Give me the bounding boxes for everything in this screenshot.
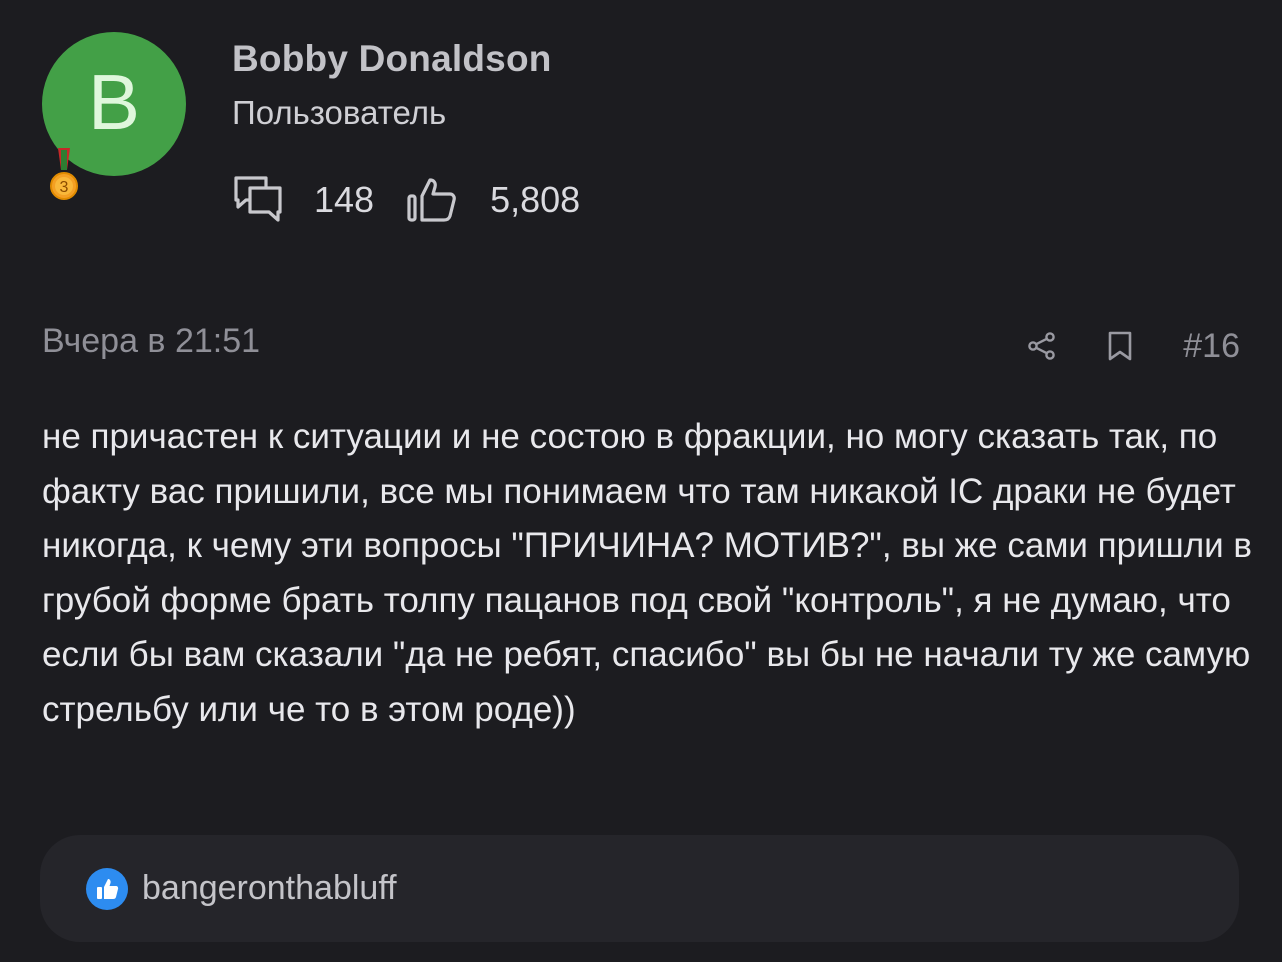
- medal-icon: 3: [50, 148, 78, 200]
- reactor-username[interactable]: bangeronthabluff: [142, 869, 397, 908]
- share-icon[interactable]: [1027, 331, 1057, 361]
- user-role: Пользователь: [232, 94, 447, 131]
- username[interactable]: Bobby Donaldson: [232, 38, 552, 80]
- bookmark-icon[interactable]: [1107, 330, 1133, 362]
- user-stats: 148 5,808: [232, 172, 580, 228]
- like-reaction-icon: [86, 867, 128, 910]
- likes-count: 5,808: [490, 179, 581, 220]
- post-body: не причастен к ситуации и не состою в фр…: [42, 417, 1253, 729]
- thumbs-up-icon: [406, 174, 458, 226]
- reactions-bar[interactable]: bangeronthabluff: [40, 835, 1239, 942]
- post-actions: #16: [1027, 322, 1240, 370]
- post-date[interactable]: Вчера в 21:51: [42, 322, 260, 361]
- avatar-letter: B: [87, 58, 141, 146]
- messages-count: 148: [314, 179, 375, 220]
- messages-icon: [232, 174, 284, 226]
- medal-level: 3: [60, 179, 69, 196]
- post-number[interactable]: #16: [1183, 327, 1240, 366]
